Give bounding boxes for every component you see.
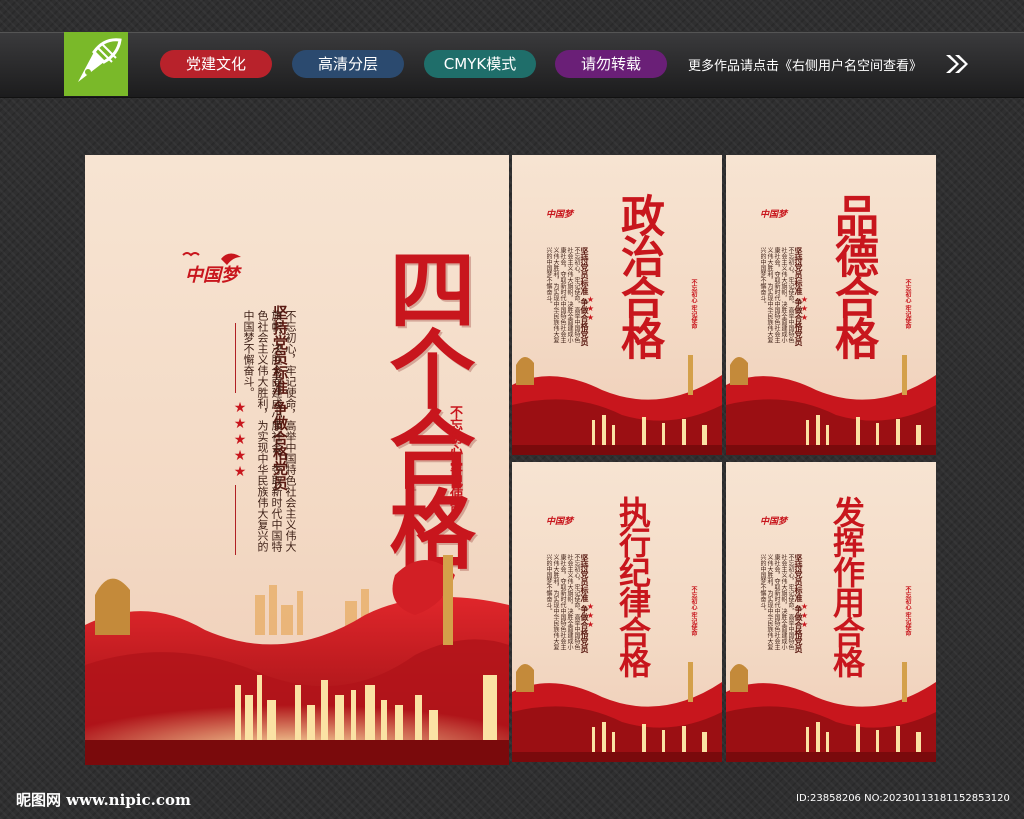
main-poster: 中国梦 ★★★★★ 坚持党员标准 争做合格党员 不忘初心，牢记使命，高举中国特色… — [85, 155, 509, 765]
tag-party-culture[interactable]: 党建文化 — [160, 50, 272, 78]
poster-morality: 中国梦 ★★★ 坚持党员标准 争做合格党员 不忘初心，牢记使命，高举中国特色社会… — [726, 155, 936, 455]
red-ribbon-skyline — [512, 662, 722, 762]
poster-title: 发挥作用合格 — [828, 496, 866, 676]
pen-nib-icon — [78, 38, 122, 82]
slogan: 坚持党员标准 争做合格党员 — [794, 554, 804, 653]
site-watermark: 昵图网 www.nipic.com — [16, 791, 191, 809]
red-ribbon-skyline — [512, 355, 722, 455]
china-dream-logo: 中国梦 — [760, 210, 788, 220]
seal-text: 不忘初心 牢记使命 — [690, 279, 697, 330]
slogan: 坚持党员标准 争做合格党员 — [794, 247, 804, 346]
slogan: 坚持党员标准 争做合格党员 — [580, 247, 590, 346]
china-dream-logo: 中国梦 — [760, 517, 788, 527]
poster-discipline: 中国梦 ★★★ 坚持党员标准 争做合格党员 不忘初心，牢记使命，高举中国特色社会… — [512, 462, 722, 762]
image-id: ID:23858206 NO:20230113181152853120 — [796, 793, 1010, 804]
body-text: 不忘初心，牢记使命，高举中国特色社会主义伟大旗帜，决胜全面建成小康社会，夺取新时… — [545, 247, 580, 343]
double-chevron-right-icon[interactable] — [944, 52, 970, 76]
poster-political: 中国梦 ★★★ 坚持党员标准 争做合格党员 不忘初心，牢记使命，高举中国特色社会… — [512, 155, 722, 455]
tag-no-repost[interactable]: 请勿转载 — [555, 50, 667, 78]
seal-text: 不忘初心 牢记使命 — [904, 586, 911, 637]
poster-title: 品德合格 — [827, 193, 878, 357]
body-text: 不忘初心，牢记使命，高举中国特色社会主义伟大旗帜，决胜全面建成小康社会，夺取新时… — [759, 247, 794, 343]
seal-text: 不忘初心 牢记使命 — [447, 405, 462, 514]
seal-text: 不忘初心 牢记使命 — [690, 586, 697, 637]
poster-title: 政治合格 — [613, 193, 664, 357]
red-ribbon-skyline — [85, 555, 509, 765]
china-dream-logo: 中国梦 — [546, 517, 574, 527]
red-ribbon-skyline — [726, 662, 936, 762]
body-text: 不忘初心，牢记使命，高举中国特色社会主义伟大旗帜，决胜全面建成小康社会，夺取新时… — [545, 554, 580, 650]
tag-cmyk[interactable]: CMYK模式 — [424, 50, 536, 78]
seal-text: 不忘初心 牢记使命 — [904, 279, 911, 330]
china-dream-logo: 中国梦 — [546, 210, 574, 220]
slogan: 坚持党员标准 争做合格党员 — [580, 554, 590, 653]
body-text: 不忘初心，牢记使命，高举中国特色社会主义伟大旗帜，决胜全面建成小康社会，夺取新时… — [242, 310, 297, 552]
red-ribbon-skyline — [726, 355, 936, 455]
poster-role: 中国梦 ★★★ 坚持党员标准 争做合格党员 不忘初心，牢记使命，高举中国特色社会… — [726, 462, 936, 762]
more-works-link[interactable]: 更多作品请点击《右侧用户名空间查看》 — [688, 55, 922, 74]
birds-icon — [182, 252, 241, 265]
body-text: 不忘初心，牢记使命，高举中国特色社会主义伟大旗帜，决胜全面建成小康社会，夺取新时… — [759, 554, 794, 650]
logo-tile — [64, 32, 128, 96]
tag-hd-layers[interactable]: 高清分层 — [292, 50, 404, 78]
poster-title: 执行纪律合格 — [614, 496, 652, 676]
